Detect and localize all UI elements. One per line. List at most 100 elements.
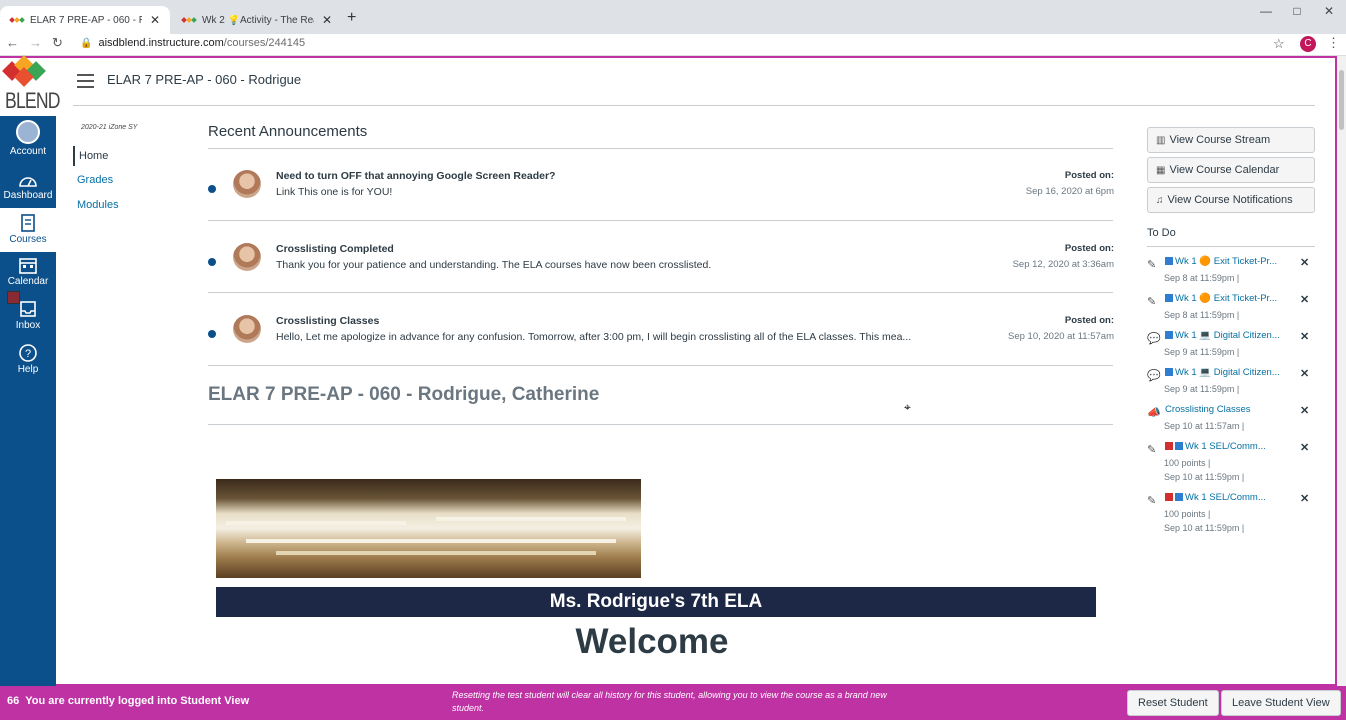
people-icon bbox=[1165, 368, 1173, 376]
button-label: View Course Stream bbox=[1169, 134, 1271, 146]
view-course-notifications-button[interactable]: ♫ View Course Notifications bbox=[1147, 187, 1315, 213]
unread-dot-icon bbox=[208, 185, 216, 193]
assignment-icon: ✎ bbox=[1147, 444, 1157, 456]
author-avatar bbox=[233, 315, 261, 343]
nav-label: Courses bbox=[9, 234, 47, 245]
todo-due: Sep 8 at 11:59pm | bbox=[1164, 310, 1240, 320]
todo-link[interactable]: Wk 1 💻 Digital Citizen... bbox=[1165, 367, 1280, 378]
todo-item[interactable]: ✎ Wk 1 🟠 Exit Ticket-Pr... Sep 8 at 11:5… bbox=[1147, 293, 1315, 327]
browser-tab[interactable]: Wk 2 💡Activity - The Read ✕ bbox=[172, 6, 342, 34]
course-title[interactable]: ELAR 7 PRE-AP - 060 - Rodrigue bbox=[107, 72, 301, 87]
nav-dashboard[interactable]: Dashboard bbox=[0, 172, 56, 201]
nav-label: Dashboard bbox=[3, 190, 53, 201]
dismiss-icon[interactable]: ✕ bbox=[1300, 293, 1309, 306]
dismiss-icon[interactable]: ✕ bbox=[1300, 367, 1309, 380]
announcement-title[interactable]: Crosslisting Classes bbox=[276, 315, 379, 327]
view-course-stream-button[interactable]: ▥ View Course Stream bbox=[1147, 127, 1315, 153]
blend-favicon-icon bbox=[9, 17, 25, 23]
chart-icon: ▥ bbox=[1156, 134, 1166, 146]
calendar-icon bbox=[19, 258, 37, 274]
nav-calendar[interactable]: Calendar bbox=[0, 256, 56, 287]
divider bbox=[208, 220, 1113, 221]
todo-item[interactable]: ✎ Wk 1 SEL/Comm... 100 points | Sep 10 a… bbox=[1147, 441, 1315, 489]
dismiss-icon[interactable]: ✕ bbox=[1300, 492, 1309, 505]
forward-icon[interactable]: → bbox=[29, 35, 42, 50]
dismiss-icon[interactable]: ✕ bbox=[1300, 330, 1309, 343]
tab-title: Wk 2 💡Activity - The Read bbox=[202, 14, 314, 26]
browser-menu-icon[interactable]: ⋮ bbox=[1327, 35, 1340, 51]
todo-points: 100 points | bbox=[1164, 458, 1211, 468]
blend-logo[interactable]: BLEND bbox=[0, 55, 60, 116]
reset-student-button[interactable]: Reset Student bbox=[1127, 690, 1219, 716]
todo-due: Sep 10 at 11:57am | bbox=[1164, 421, 1245, 431]
nav-account[interactable]: Account bbox=[0, 120, 56, 157]
todo-item[interactable]: 📣 Crosslisting Classes Sep 10 at 11:57am… bbox=[1147, 404, 1315, 438]
back-icon[interactable]: ← bbox=[6, 35, 19, 50]
dismiss-icon[interactable]: ✕ bbox=[1300, 256, 1309, 269]
todo-item[interactable]: ✎ Wk 1 🟠 Exit Ticket-Pr... Sep 8 at 11:5… bbox=[1147, 256, 1315, 290]
bookmark-star-icon[interactable]: ☆ bbox=[1273, 36, 1285, 52]
address-bar[interactable]: 🔒 aisdblend.instructure.com/courses/24414… bbox=[80, 37, 305, 49]
reload-icon[interactable]: ↻ bbox=[52, 35, 63, 51]
recent-announcements-heading: Recent Announcements bbox=[208, 123, 368, 140]
student-view-bar: 66 You are currently logged into Student … bbox=[0, 686, 1346, 720]
todo-link[interactable]: Wk 1 🟠 Exit Ticket-Pr... bbox=[1165, 256, 1277, 267]
todo-points: 100 points | bbox=[1164, 509, 1211, 519]
dashboard-icon bbox=[19, 177, 37, 187]
leave-student-view-button[interactable]: Leave Student View bbox=[1221, 690, 1341, 716]
todo-item[interactable]: 💬 Wk 1 💻 Digital Citizen... Sep 9 at 11:… bbox=[1147, 367, 1315, 401]
dismiss-icon[interactable]: ✕ bbox=[1300, 404, 1309, 417]
view-course-calendar-button[interactable]: ▦ View Course Calendar bbox=[1147, 157, 1315, 183]
open-books-image bbox=[216, 479, 641, 578]
discussion-icon: 💬 bbox=[1147, 370, 1161, 382]
close-tab-icon[interactable]: ✕ bbox=[322, 13, 332, 27]
minimize-icon[interactable]: — bbox=[1251, 4, 1281, 18]
todo-due: Sep 10 at 11:59pm | bbox=[1164, 523, 1245, 533]
tab-title: ELAR 7 PRE-AP - 060 - Rodrigue bbox=[30, 14, 142, 26]
front-page-heading: ELAR 7 PRE-AP - 060 - Rodrigue, Catherin… bbox=[208, 384, 600, 405]
nav-help[interactable]: ? Help bbox=[0, 344, 56, 375]
divider bbox=[208, 424, 1113, 425]
divider bbox=[208, 365, 1113, 366]
browser-tab-active[interactable]: ELAR 7 PRE-AP - 060 - Rodrigue ✕ bbox=[0, 6, 170, 34]
divider bbox=[1147, 246, 1315, 247]
todo-link[interactable]: Wk 1 💻 Digital Citizen... bbox=[1165, 330, 1280, 341]
help-icon: ? bbox=[19, 344, 37, 362]
todo-link[interactable]: Wk 1 SEL/Comm... bbox=[1165, 441, 1266, 452]
profile-avatar[interactable]: C bbox=[1300, 36, 1316, 52]
close-window-icon[interactable]: ✕ bbox=[1314, 4, 1344, 18]
course-menu-toggle-icon[interactable] bbox=[77, 74, 94, 88]
new-tab-button[interactable]: + bbox=[347, 9, 356, 27]
todo-item[interactable]: 💬 Wk 1 💻 Digital Citizen... Sep 9 at 11:… bbox=[1147, 330, 1315, 364]
course-nav-grades[interactable]: Grades bbox=[73, 174, 113, 186]
inbox-icon bbox=[20, 301, 36, 317]
todo-item[interactable]: ✎ Wk 1 SEL/Comm... 100 points | Sep 10 a… bbox=[1147, 492, 1315, 540]
todo-link[interactable]: Wk 1 🟠 Exit Ticket-Pr... bbox=[1165, 293, 1277, 304]
nav-label: Account bbox=[9, 146, 47, 157]
assignment-icon: ✎ bbox=[1147, 296, 1157, 308]
todo-due: Sep 8 at 11:59pm | bbox=[1164, 273, 1240, 283]
reset-note: Resetting the test student will clear al… bbox=[452, 690, 887, 713]
todo-link[interactable]: Crosslisting Classes bbox=[1165, 404, 1251, 415]
nav-inbox[interactable]: Inbox bbox=[0, 300, 56, 331]
todo-link[interactable]: Wk 1 SEL/Comm... bbox=[1165, 492, 1266, 503]
close-tab-icon[interactable]: ✕ bbox=[150, 13, 160, 27]
people-icon bbox=[1165, 294, 1173, 302]
scrollbar-thumb[interactable] bbox=[1339, 70, 1344, 130]
page-scrollbar[interactable] bbox=[1337, 56, 1346, 686]
dismiss-icon[interactable]: ✕ bbox=[1300, 441, 1309, 454]
announcement-title[interactable]: Crosslisting Completed bbox=[276, 243, 394, 255]
divider bbox=[208, 148, 1113, 149]
announcement-date: Sep 12, 2020 at 3:36am bbox=[1012, 259, 1114, 270]
announcement-title[interactable]: Need to turn OFF that annoying Google Sc… bbox=[276, 170, 555, 182]
student-view-message: 66 You are currently logged into Student … bbox=[7, 695, 250, 707]
lock-icon: 🔒 bbox=[80, 38, 93, 49]
blend-favicon-icon bbox=[181, 17, 197, 23]
maximize-icon[interactable]: □ bbox=[1282, 4, 1312, 18]
author-avatar bbox=[233, 243, 261, 271]
course-nav-home[interactable]: Home bbox=[73, 146, 108, 166]
people-icon bbox=[1175, 442, 1183, 450]
course-nav-modules[interactable]: Modules bbox=[73, 199, 119, 211]
a-badge-icon bbox=[1165, 493, 1173, 501]
nav-courses[interactable]: Courses bbox=[0, 208, 56, 252]
